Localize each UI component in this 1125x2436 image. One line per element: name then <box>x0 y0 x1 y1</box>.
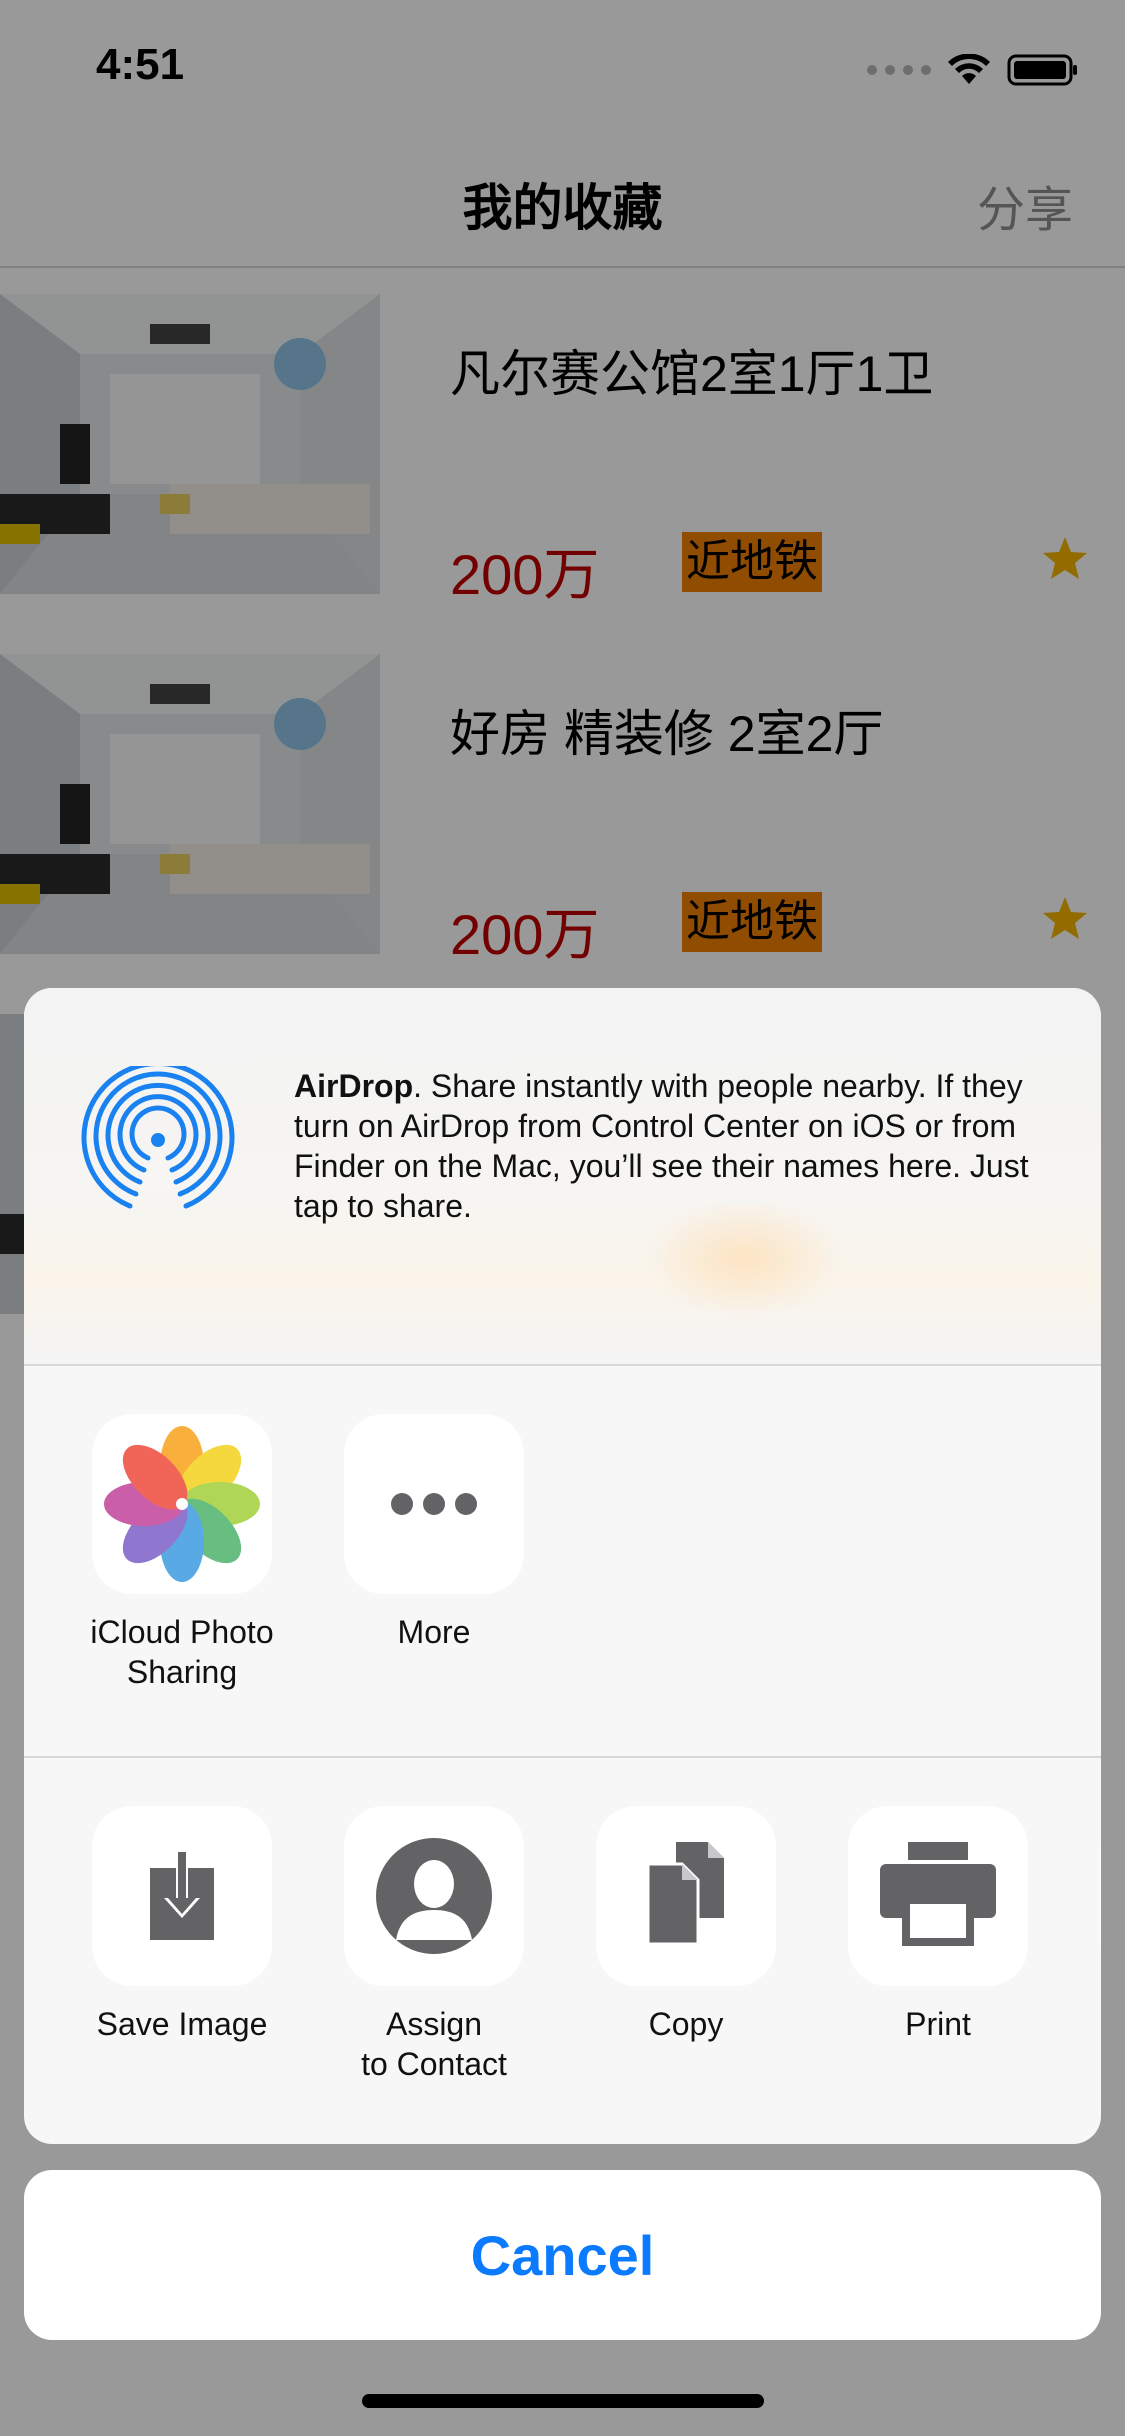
share-actions-row: Save Image Assign to Contact Copy Print <box>24 1758 1101 2144</box>
photos-tile <box>92 1414 272 1594</box>
airdrop-section[interactable]: AirDrop. Share instantly with people nea… <box>24 988 1101 1366</box>
photos-icon <box>104 1426 260 1582</box>
save-image-tile <box>92 1806 272 1986</box>
contact-tile <box>344 1806 524 1986</box>
airdrop-icon <box>81 1066 235 1209</box>
airdrop-title: AirDrop <box>294 1068 414 1104</box>
partial-action-label: Sa <box>1070 2004 1101 2044</box>
save-image-icon <box>150 1852 214 1940</box>
cancel-button[interactable]: Cancel <box>24 2170 1101 2340</box>
copy-tile <box>596 1806 776 1986</box>
more-apps-button[interactable]: More <box>314 1414 554 1652</box>
print-tile <box>848 1806 1028 1986</box>
partial-action-tile <box>1100 1806 1101 1986</box>
print-button[interactable]: Print <box>818 1806 1058 2044</box>
assign-to-contact-button[interactable]: Assign to Contact <box>314 1806 554 2084</box>
print-label: Print <box>905 2006 971 2042</box>
partial-action-button[interactable]: Sa <box>1070 1806 1101 2044</box>
icloud-photo-sharing-button[interactable]: iCloud Photo Sharing <box>62 1414 302 1692</box>
copy-icon <box>646 1842 724 1946</box>
contact-icon <box>376 1838 492 1954</box>
copy-label: Copy <box>648 2006 724 2042</box>
more-icon <box>391 1493 477 1515</box>
more-tile <box>344 1414 524 1594</box>
airdrop-description: AirDrop. Share instantly with people nea… <box>294 1066 1074 1226</box>
assign-to-contact-label: Assign to Contact <box>361 2006 507 2082</box>
more-label: More <box>397 1614 471 1650</box>
save-image-label: Save Image <box>96 2006 268 2042</box>
share-apps-row: iCloud Photo Sharing More <box>24 1366 1101 1758</box>
save-image-button[interactable]: Save Image <box>62 1806 302 2044</box>
home-indicator[interactable] <box>362 2394 764 2408</box>
share-sheet: AirDrop. Share instantly with people nea… <box>24 988 1101 2144</box>
copy-button[interactable]: Copy <box>566 1806 806 2044</box>
icloud-photo-sharing-label: iCloud Photo Sharing <box>90 1614 274 1690</box>
print-icon <box>880 1842 996 1946</box>
